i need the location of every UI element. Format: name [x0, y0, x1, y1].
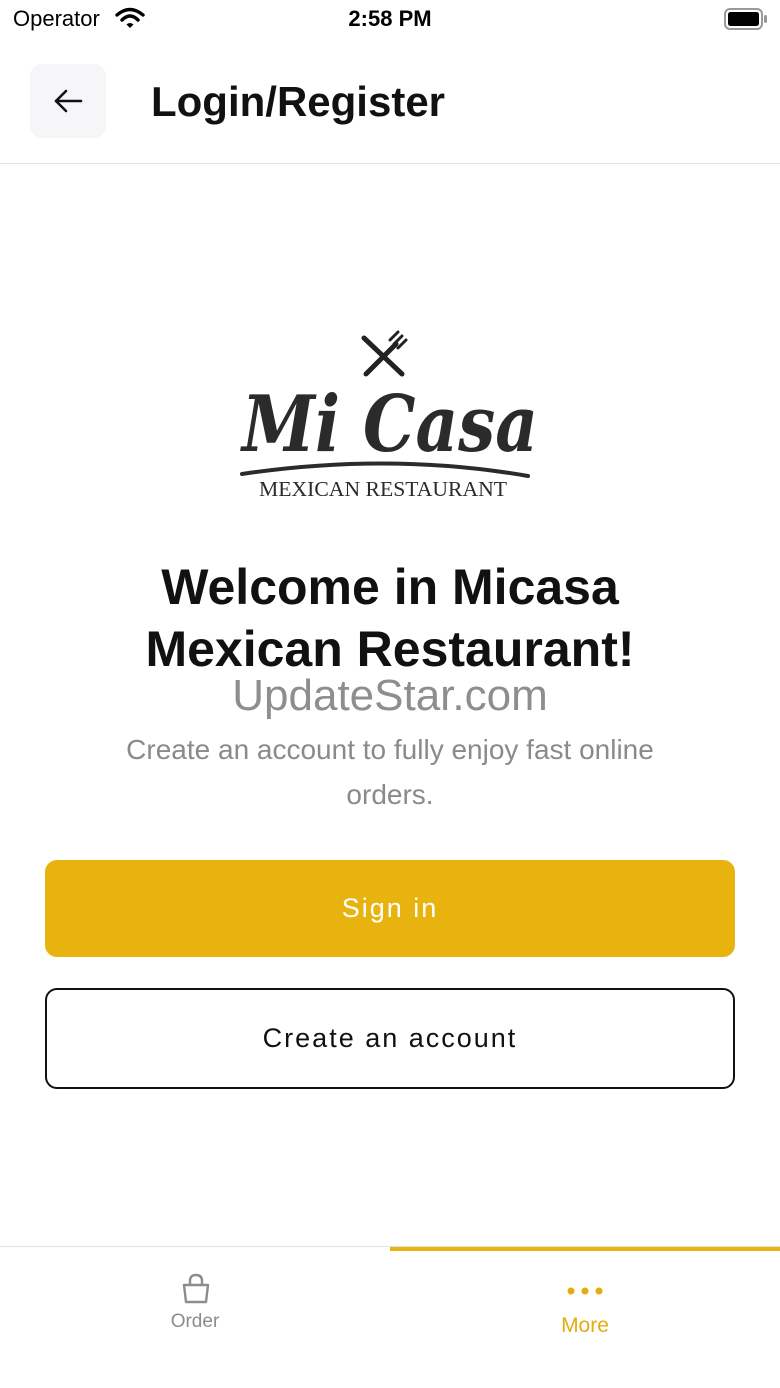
restaurant-logo: Mi Casa MEXICAN RESTAURANT [230, 326, 550, 506]
watermark-text: UpdateStar.com [232, 671, 548, 720]
create-account-button[interactable]: Create an account [45, 988, 735, 1089]
tab-order[interactable]: Order [0, 1247, 390, 1388]
header: Login/Register [0, 40, 780, 164]
tab-order-label: Order [170, 1311, 220, 1332]
welcome-subtitle: Create an account to fully enjoy fast on… [126, 734, 654, 810]
tab-more-label: More [561, 1314, 609, 1337]
logo-tagline: MEXICAN RESTAURANT [259, 477, 507, 501]
fork-knife-icon [361, 330, 408, 377]
more-dots-icon [566, 1283, 604, 1301]
page-title: Login/Register [151, 78, 446, 125]
tab-bar: Order More [0, 1246, 780, 1388]
status-time: 2:58 PM [348, 6, 432, 31]
active-tab-indicator [390, 1247, 780, 1251]
shopping-bag-icon [180, 1273, 212, 1310]
back-button[interactable] [30, 64, 106, 138]
battery-icon [724, 8, 768, 30]
status-bar: Operator 2:58 PM [0, 0, 780, 40]
tab-more[interactable]: More [390, 1247, 780, 1388]
arrow-left-icon [54, 89, 83, 113]
welcome-title: Welcome in Micasa Mexican Restaurant! [145, 559, 635, 677]
sign-in-button[interactable]: Sign in [45, 860, 735, 957]
logo-script-text: Mi Casa [239, 379, 538, 470]
